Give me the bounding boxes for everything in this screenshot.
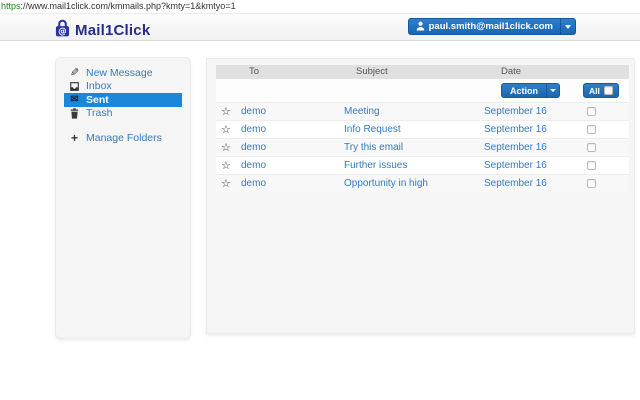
user-icon xyxy=(416,18,425,36)
sidebar-item-label: Sent xyxy=(86,94,109,106)
pencil-icon: ✎ xyxy=(69,67,80,79)
page: https://www.mail1click.com/kmmails.php?k… xyxy=(0,0,640,400)
mail-date-link[interactable]: September 16 xyxy=(484,103,547,121)
mail-list-body: Action All ☆ demo Meeting September 16 ☆… xyxy=(216,79,629,192)
mail-to-link[interactable]: demo xyxy=(241,103,266,121)
action-button-label: Action xyxy=(510,85,538,96)
star-icon[interactable]: ☆ xyxy=(221,121,231,139)
select-all-button[interactable]: All xyxy=(583,83,619,98)
mail-list-action-bar: Action All xyxy=(216,79,629,102)
mail-to-link[interactable]: demo xyxy=(241,139,266,157)
mail-subject-link[interactable]: Try this email xyxy=(344,139,403,157)
mail-date-link[interactable]: September 16 xyxy=(484,157,547,175)
account-email: paul.smith@mail1click.com xyxy=(428,21,553,32)
chevron-down-icon xyxy=(550,89,556,92)
mail-subject-link[interactable]: Opportunity in high xyxy=(344,175,428,193)
url-rest: ://www.mail1click.com/kmmails.php?kmty=1… xyxy=(20,1,236,11)
mail-row[interactable]: ☆ demo Try this email September 16 xyxy=(216,138,629,156)
account-menu-button[interactable]: paul.smith@mail1click.com xyxy=(407,18,576,36)
star-icon[interactable]: ☆ xyxy=(221,103,231,121)
star-icon[interactable]: ☆ xyxy=(221,175,231,193)
action-dropdown-caret[interactable] xyxy=(546,84,559,97)
mail-row[interactable]: ☆ demo Further issues September 16 xyxy=(216,156,629,174)
app-logo[interactable]: @ Mail1Click xyxy=(55,18,150,42)
column-header-to: To xyxy=(249,66,260,77)
mail-to-link[interactable]: demo xyxy=(241,121,266,139)
mail-to-link[interactable]: demo xyxy=(241,175,266,193)
row-checkbox[interactable] xyxy=(587,161,596,170)
app-name: Mail1Click xyxy=(75,21,151,39)
envelope-icon: ✉ xyxy=(70,94,79,105)
column-header-date: Date xyxy=(501,66,522,77)
sidebar-item-label: New Message xyxy=(86,67,153,79)
browser-status-url: https://www.mail1click.com/kmmails.php?k… xyxy=(0,0,640,13)
url-protocol: https xyxy=(1,1,21,11)
mail-row[interactable]: ☆ demo Info Request September 16 xyxy=(216,120,629,138)
inbox-icon xyxy=(68,81,81,92)
mail-subject-link[interactable]: Info Request xyxy=(344,121,401,139)
mail-row[interactable]: ☆ demo Meeting September 16 xyxy=(216,102,629,120)
select-all-label: All xyxy=(589,85,600,96)
chevron-down-icon xyxy=(565,24,571,29)
row-checkbox[interactable] xyxy=(587,179,596,188)
svg-text:@: @ xyxy=(58,26,66,36)
sidebar-item-label: Trash xyxy=(86,107,113,119)
mail-date-link[interactable]: September 16 xyxy=(484,121,547,139)
mail-date-link[interactable]: September 16 xyxy=(484,175,547,193)
lock-at-icon: @ xyxy=(55,18,70,42)
sidebar-item-label: Inbox xyxy=(86,80,112,92)
mail-subject-link[interactable]: Meeting xyxy=(344,103,380,121)
sidebar-item-sent[interactable]: ✉ Sent xyxy=(64,93,182,107)
mail-date-link[interactable]: September 16 xyxy=(484,139,547,157)
sidebar-item-new-message[interactable]: ✎ New Message xyxy=(56,67,190,80)
mail-subject-link[interactable]: Further issues xyxy=(344,157,407,175)
sidebar: ✎ New Message Inbox ✉ Sent Trash + Manag… xyxy=(55,57,191,339)
select-all-checkbox[interactable] xyxy=(603,86,613,95)
row-checkbox[interactable] xyxy=(587,107,596,116)
mail-list-column-header: To Subject Date xyxy=(216,65,629,79)
app-header: @ Mail1Click paul.smith@mail1click.com xyxy=(0,13,640,41)
mail-list-panel: To Subject Date Action All ☆ demo Meetin… xyxy=(206,58,635,334)
star-icon[interactable]: ☆ xyxy=(221,139,231,157)
sidebar-item-inbox[interactable]: Inbox xyxy=(56,80,190,93)
star-icon[interactable]: ☆ xyxy=(221,157,231,175)
row-checkbox[interactable] xyxy=(587,143,596,152)
trash-icon xyxy=(68,108,81,119)
plus-icon: + xyxy=(70,131,78,145)
mail-row[interactable]: ☆ demo Opportunity in high September 16 xyxy=(216,174,629,192)
column-header-subject: Subject xyxy=(356,66,388,77)
action-button[interactable]: Action xyxy=(501,83,560,98)
mail-to-link[interactable]: demo xyxy=(241,157,266,175)
sidebar-item-trash[interactable]: Trash xyxy=(56,107,190,120)
sidebar-item-label: Manage Folders xyxy=(86,132,162,144)
row-checkbox[interactable] xyxy=(587,125,596,134)
account-dropdown-caret[interactable] xyxy=(560,19,575,34)
sidebar-item-manage-folders[interactable]: + Manage Folders xyxy=(56,132,190,145)
